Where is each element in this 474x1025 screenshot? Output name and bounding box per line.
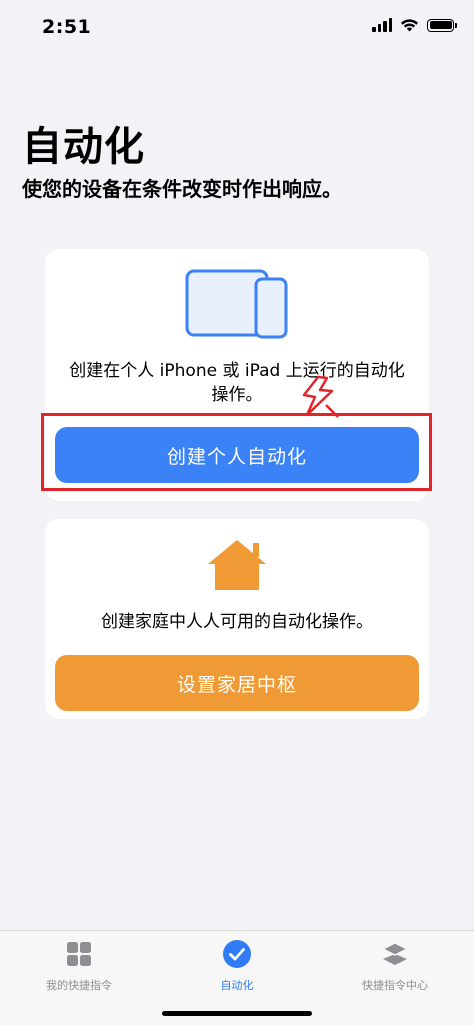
home-automation-description: 创建家庭中人人可用的自动化操作。 <box>101 612 373 632</box>
personal-automation-description: 创建在个人 iPhone 或 iPad 上运行的自动化操作。 <box>69 361 405 405</box>
status-bar: 2:51 <box>0 0 474 56</box>
personal-automation-card: 创建在个人 iPhone 或 iPad 上运行的自动化操作。 创建个人自动化 <box>45 249 429 501</box>
create-personal-automation-button[interactable]: 创建个人自动化 <box>55 427 419 483</box>
tab-my-shortcuts[interactable]: 我的快捷指令 <box>14 939 144 993</box>
layers-icon <box>381 942 409 965</box>
ipad-iphone-icon <box>185 269 288 339</box>
home-indicator <box>162 1011 312 1016</box>
tab-gallery[interactable]: 快捷指令中心 <box>330 939 460 993</box>
home-icon <box>208 540 266 590</box>
checkmark-circle-icon <box>223 940 251 968</box>
status-time: 2:51 <box>42 16 92 38</box>
cellular-signal-icon <box>372 18 392 32</box>
grid-icon <box>67 942 91 966</box>
battery-icon <box>427 18 457 32</box>
set-up-home-hub-button[interactable]: 设置家居中枢 <box>55 655 419 711</box>
tab-automation[interactable]: 自动化 <box>172 939 302 993</box>
tab-label: 快捷指令中心 <box>362 979 428 992</box>
lightning-annotation-icon <box>302 375 339 418</box>
page-title: 自动化 <box>22 124 145 170</box>
tab-label: 自动化 <box>220 979 254 992</box>
home-automation-card: 创建家庭中人人可用的自动化操作。 设置家居中枢 <box>45 519 429 719</box>
tab-label: 我的快捷指令 <box>46 979 112 992</box>
wifi-icon <box>401 19 418 32</box>
page-subtitle: 使您的设备在条件改变时作出响应。 <box>22 177 342 201</box>
status-icons <box>372 18 457 32</box>
